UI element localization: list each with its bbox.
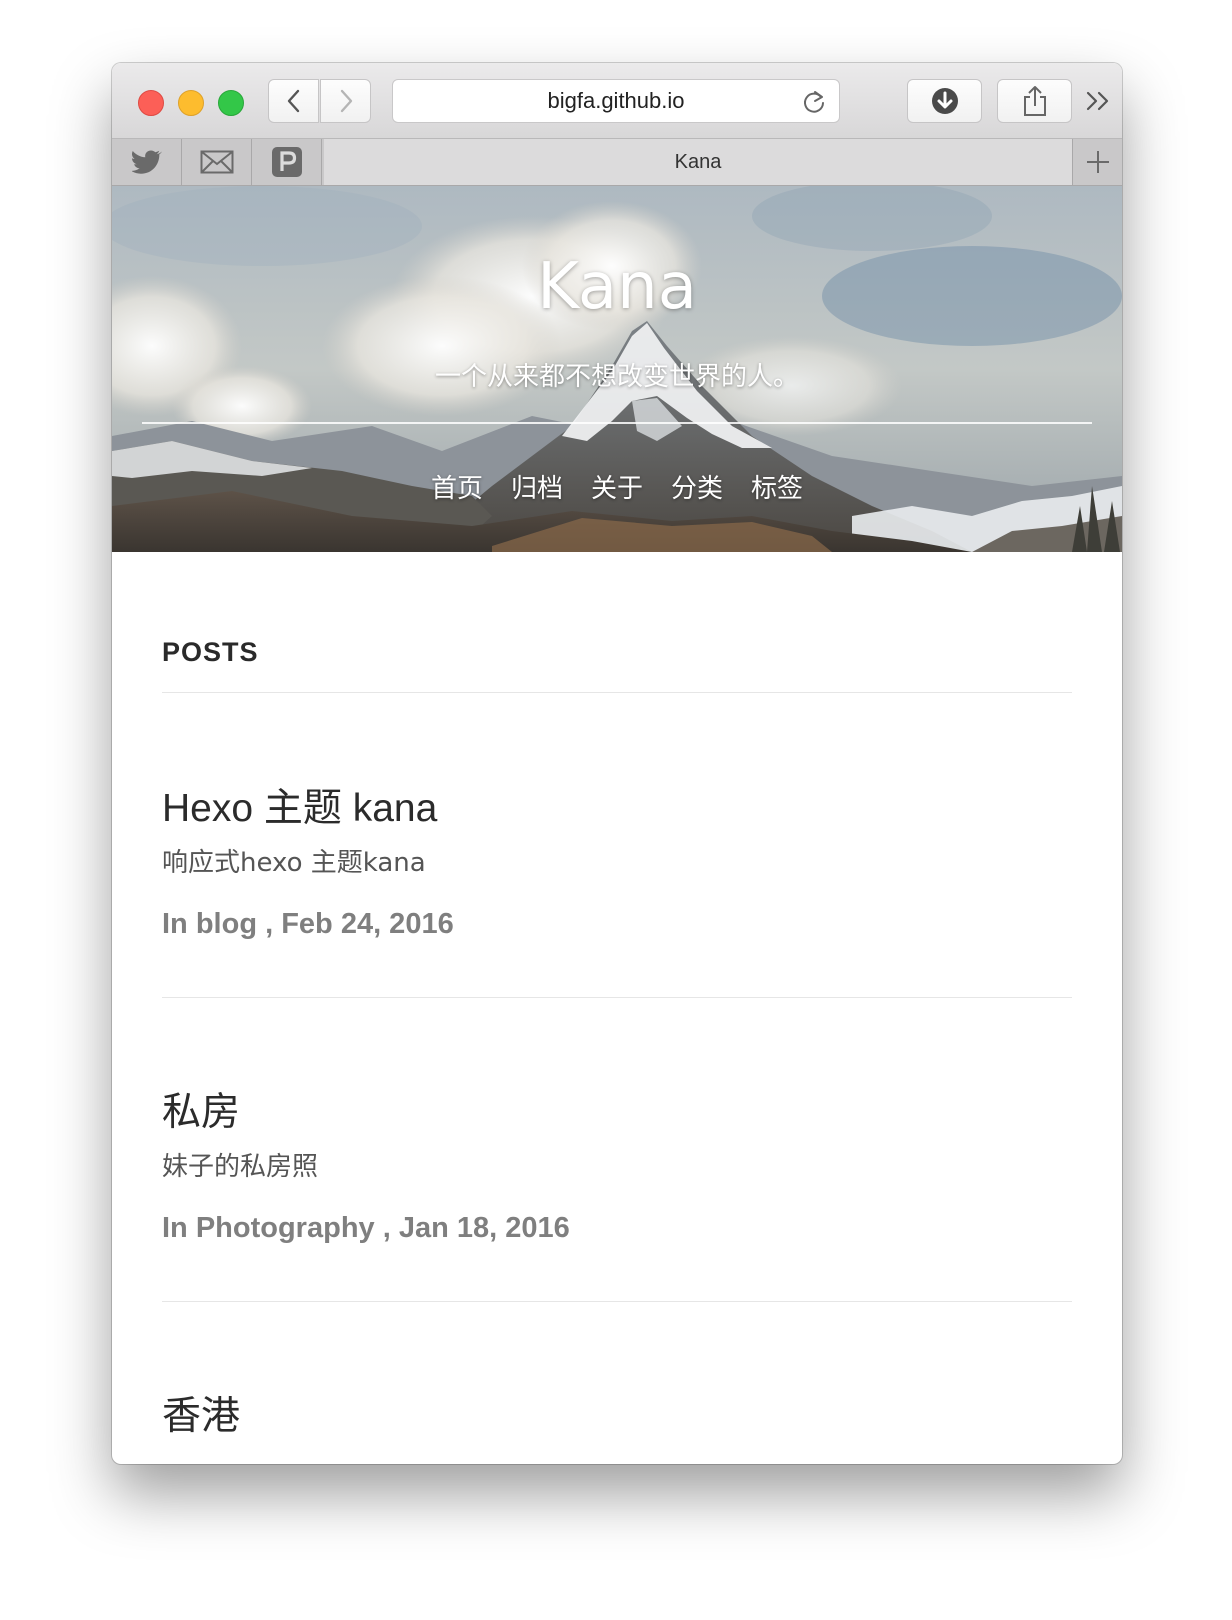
header-divider	[142, 422, 1092, 424]
site-subtitle: 一个从来都不想改变世界的人。	[434, 362, 799, 392]
forward-button[interactable]	[320, 79, 371, 123]
minimize-window-button[interactable]	[178, 90, 204, 116]
site-header: Kana 一个从来都不想改变世界的人。 首页 归档 关于 分类 标签	[112, 186, 1122, 552]
post-excerpt: 妹子的私房照	[162, 1152, 319, 1182]
downloads-button[interactable]	[907, 79, 982, 123]
share-icon	[1023, 86, 1046, 116]
post-divider	[162, 997, 1072, 998]
chevron-left-icon	[287, 89, 299, 113]
address-url: bigfa.github.io	[547, 88, 685, 113]
favorite-twitter[interactable]	[112, 139, 182, 185]
mail-icon	[200, 150, 233, 174]
favorite-pinboard[interactable]	[252, 139, 322, 185]
tab-kana[interactable]: Kana	[324, 139, 1073, 185]
close-window-button[interactable]	[138, 90, 164, 116]
twitter-icon	[131, 150, 162, 174]
nav-categories-link[interactable]: 分类	[671, 468, 723, 505]
nav-tags-link[interactable]: 标签	[751, 468, 803, 505]
posts-section-heading: POSTS	[162, 637, 259, 667]
back-button[interactable]	[268, 79, 319, 123]
nav-archive-link[interactable]: 归档	[511, 468, 563, 505]
zoom-window-button[interactable]	[218, 90, 244, 116]
post-meta: In blog , Feb 24, 2016	[162, 908, 454, 940]
post-title-link[interactable]: 私房	[162, 1081, 240, 1137]
reload-icon[interactable]	[801, 89, 827, 115]
browser-toolbar: bigfa.github.io	[112, 63, 1122, 139]
tab-title: Kana	[674, 150, 722, 173]
post-meta: In Photography , Jan 18, 2016	[162, 1212, 570, 1244]
section-divider	[162, 692, 1072, 693]
post-title-link[interactable]: 香港	[162, 1385, 240, 1441]
tab-bar: Kana	[112, 139, 1122, 186]
nav-about-link[interactable]: 关于	[591, 468, 643, 505]
post-title-link[interactable]: Hexo 主题 kana	[162, 777, 437, 833]
nav-home-link[interactable]: 首页	[431, 468, 483, 505]
favorite-mail[interactable]	[182, 139, 252, 185]
pinboard-icon	[271, 147, 302, 177]
site-nav: 首页 归档 关于 分类 标签	[112, 468, 1122, 505]
double-chevron-right-icon	[1086, 91, 1109, 111]
address-bar[interactable]: bigfa.github.io	[392, 79, 840, 123]
browser-window: bigfa.github.io Kana Kana 一个从来都不想改变世界的人。…	[112, 63, 1122, 1464]
share-button[interactable]	[997, 79, 1072, 123]
chevron-right-icon	[340, 89, 352, 113]
plus-icon	[1087, 151, 1109, 173]
site-title[interactable]: Kana	[112, 250, 1122, 324]
more-toolbar-items-button[interactable]	[1078, 85, 1118, 117]
download-icon	[931, 88, 958, 114]
post-excerpt: 响应式hexo 主题kana	[162, 848, 426, 878]
post-divider	[162, 1301, 1072, 1302]
new-tab-button[interactable]	[1074, 139, 1122, 185]
screenshot-stage: bigfa.github.io Kana Kana 一个从来都不想改变世界的人。…	[0, 0, 1232, 1620]
